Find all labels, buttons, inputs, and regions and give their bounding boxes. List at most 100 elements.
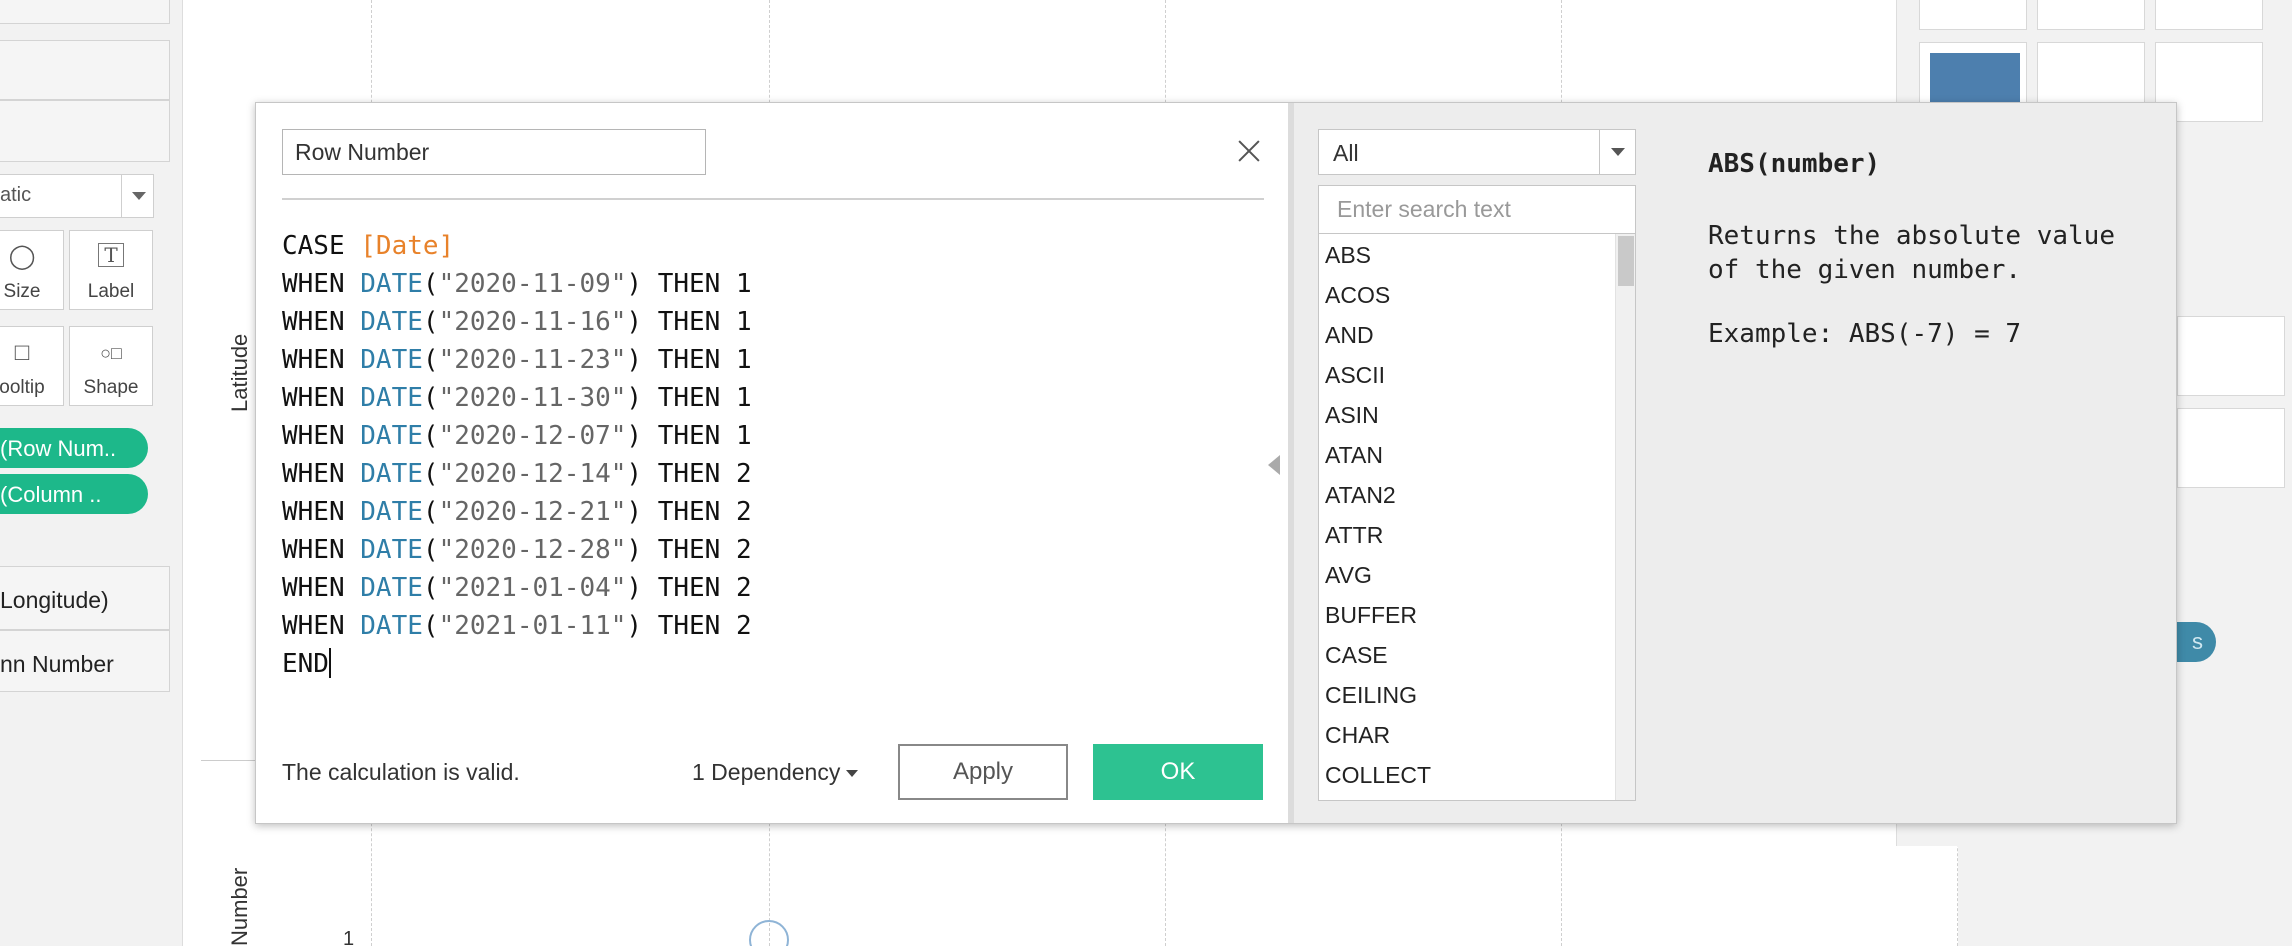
mark-tooltip-button[interactable]: □ ooltip: [0, 326, 64, 406]
code-token: WHEN: [282, 611, 361, 641]
code-line: WHEN DATE("2021-01-04") THEN 2: [282, 569, 1242, 607]
code-token: WHEN: [282, 535, 361, 565]
code-token: (: [422, 573, 439, 603]
code-token: ) THEN 1: [626, 345, 752, 375]
function-reference-pane: All ABSACOSANDASCIIASINATANATAN2ATTRAVGB…: [1294, 103, 2176, 823]
code-token: (: [422, 459, 439, 489]
code-token: END: [282, 649, 329, 679]
code-token: ) THEN 2: [626, 611, 752, 641]
data-point[interactable]: [749, 920, 789, 946]
code-line: WHEN DATE("2020-11-09") THEN 1: [282, 265, 1242, 303]
code-token: DATE: [360, 497, 423, 527]
code-token: WHEN: [282, 421, 361, 451]
tooltip-icon: □: [14, 339, 30, 366]
code-token: DATE: [360, 383, 423, 413]
code-token: WHEN: [282, 573, 361, 603]
code-token: WHEN: [282, 383, 361, 413]
mark-size-button[interactable]: ◯ Size: [0, 230, 64, 310]
mark-shape-button[interactable]: ○□ Shape: [69, 326, 153, 406]
code-token: ) THEN 2: [626, 459, 752, 489]
code-line: WHEN DATE("2020-11-30") THEN 1: [282, 379, 1242, 417]
code-line: WHEN DATE("2021-01-11") THEN 2: [282, 607, 1242, 645]
function-signature: ABS(number): [1708, 149, 1881, 179]
mark-type-select[interactable]: atic: [0, 174, 154, 218]
code-token: (: [422, 345, 439, 375]
scrollbar[interactable]: [1615, 234, 1635, 800]
function-description: Returns the absolute value of the given …: [1708, 221, 2115, 285]
column-number-pill[interactable]: (Column ..: [0, 474, 148, 514]
function-list-item[interactable]: ATAN2: [1319, 474, 1635, 514]
row-number-pill[interactable]: (Row Num..: [0, 428, 148, 468]
code-token: "2020-11-30": [438, 383, 627, 413]
chart-thumbnail[interactable]: [2037, 0, 2145, 30]
code-token: (: [422, 497, 439, 527]
code-token: DATE: [360, 269, 423, 299]
function-list-item[interactable]: BUFFER: [1319, 594, 1635, 634]
code-token: CASE: [282, 231, 361, 261]
code-line: WHEN DATE("2020-11-16") THEN 1: [282, 303, 1242, 341]
function-list-item[interactable]: ASIN: [1319, 394, 1635, 434]
code-token: (: [422, 269, 439, 299]
collapse-panel-icon[interactable]: [1268, 455, 1280, 475]
chart-thumbnail[interactable]: [2177, 316, 2285, 396]
code-line: WHEN DATE("2020-11-23") THEN 1: [282, 341, 1242, 379]
code-token: DATE: [360, 421, 423, 451]
code-line: CASE [Date]: [282, 227, 1242, 265]
formula-editor[interactable]: CASE [Date] WHEN DATE("2020-11-09") THEN …: [282, 227, 1242, 687]
divider: [282, 198, 1264, 200]
function-list-item[interactable]: ASCII: [1319, 354, 1635, 394]
calculation-editor-dialog: CASE [Date]WHEN DATE("2020-11-09") THEN …: [255, 102, 2177, 824]
function-list-item[interactable]: ACOS: [1319, 274, 1635, 314]
code-token: ) THEN 2: [626, 573, 752, 603]
function-list-item[interactable]: COLLECT: [1319, 754, 1635, 794]
close-icon[interactable]: [1234, 135, 1264, 165]
code-token: WHEN: [282, 307, 361, 337]
number-axis-label: Number: [227, 867, 252, 946]
panel-section: [0, 0, 170, 24]
function-list-item[interactable]: ATTR: [1319, 514, 1635, 554]
code-token: WHEN: [282, 497, 361, 527]
function-list-item[interactable]: AND: [1319, 314, 1635, 354]
code-line: WHEN DATE("2020-12-07") THEN 1: [282, 417, 1242, 455]
code-token: (: [422, 421, 439, 451]
code-token: "2021-01-04": [438, 573, 627, 603]
caret-down-icon: [846, 770, 859, 777]
latitude-axis-label: Latitude: [227, 333, 252, 412]
function-list-item[interactable]: CASE: [1319, 634, 1635, 674]
validation-status: The calculation is valid.: [282, 759, 520, 785]
shape-icon: ○□: [100, 343, 122, 363]
chart-thumbnail[interactable]: [2155, 0, 2263, 30]
code-token: ) THEN 2: [626, 535, 752, 565]
function-search-input[interactable]: [1318, 185, 1636, 233]
code-token: (: [422, 535, 439, 565]
function-list-item[interactable]: ATAN: [1319, 434, 1635, 474]
function-list-item[interactable]: CHAR: [1319, 714, 1635, 754]
code-token: DATE: [360, 535, 423, 565]
code-line: WHEN DATE("2020-12-21") THEN 2: [282, 493, 1242, 531]
function-category-select[interactable]: All: [1318, 129, 1636, 175]
scrollbar-thumb[interactable]: [1618, 236, 1634, 286]
function-list-item[interactable]: ABS: [1319, 234, 1635, 274]
code-token: "2020-12-07": [438, 421, 627, 451]
editor-pane: CASE [Date]WHEN DATE("2020-11-09") THEN …: [256, 103, 1288, 823]
longitude-field[interactable]: Longitude): [0, 566, 170, 630]
axis-tick: 1: [343, 928, 355, 946]
code-token: "2020-12-14": [438, 459, 627, 489]
ok-button[interactable]: OK: [1093, 744, 1263, 800]
label-icon: T: [98, 243, 124, 267]
mark-label-button[interactable]: T Label: [69, 230, 153, 310]
code-token: WHEN: [282, 269, 361, 299]
panel-section: [0, 40, 170, 100]
calculation-name-input[interactable]: [282, 129, 706, 175]
column-number-field[interactable]: nn Number: [0, 630, 170, 692]
dependency-dropdown[interactable]: 1 Dependency: [692, 759, 859, 786]
function-list-item[interactable]: CEILING: [1319, 674, 1635, 714]
function-list-item[interactable]: AVG: [1319, 554, 1635, 594]
chart-thumbnail[interactable]: [2177, 408, 2285, 488]
code-token: ) THEN 1: [626, 383, 752, 413]
apply-button[interactable]: Apply: [898, 744, 1068, 800]
code-token: "2020-11-23": [438, 345, 627, 375]
code-token: [Date]: [360, 231, 455, 261]
code-token: "2020-11-09": [438, 269, 627, 299]
chart-thumbnail[interactable]: [1919, 0, 2027, 30]
